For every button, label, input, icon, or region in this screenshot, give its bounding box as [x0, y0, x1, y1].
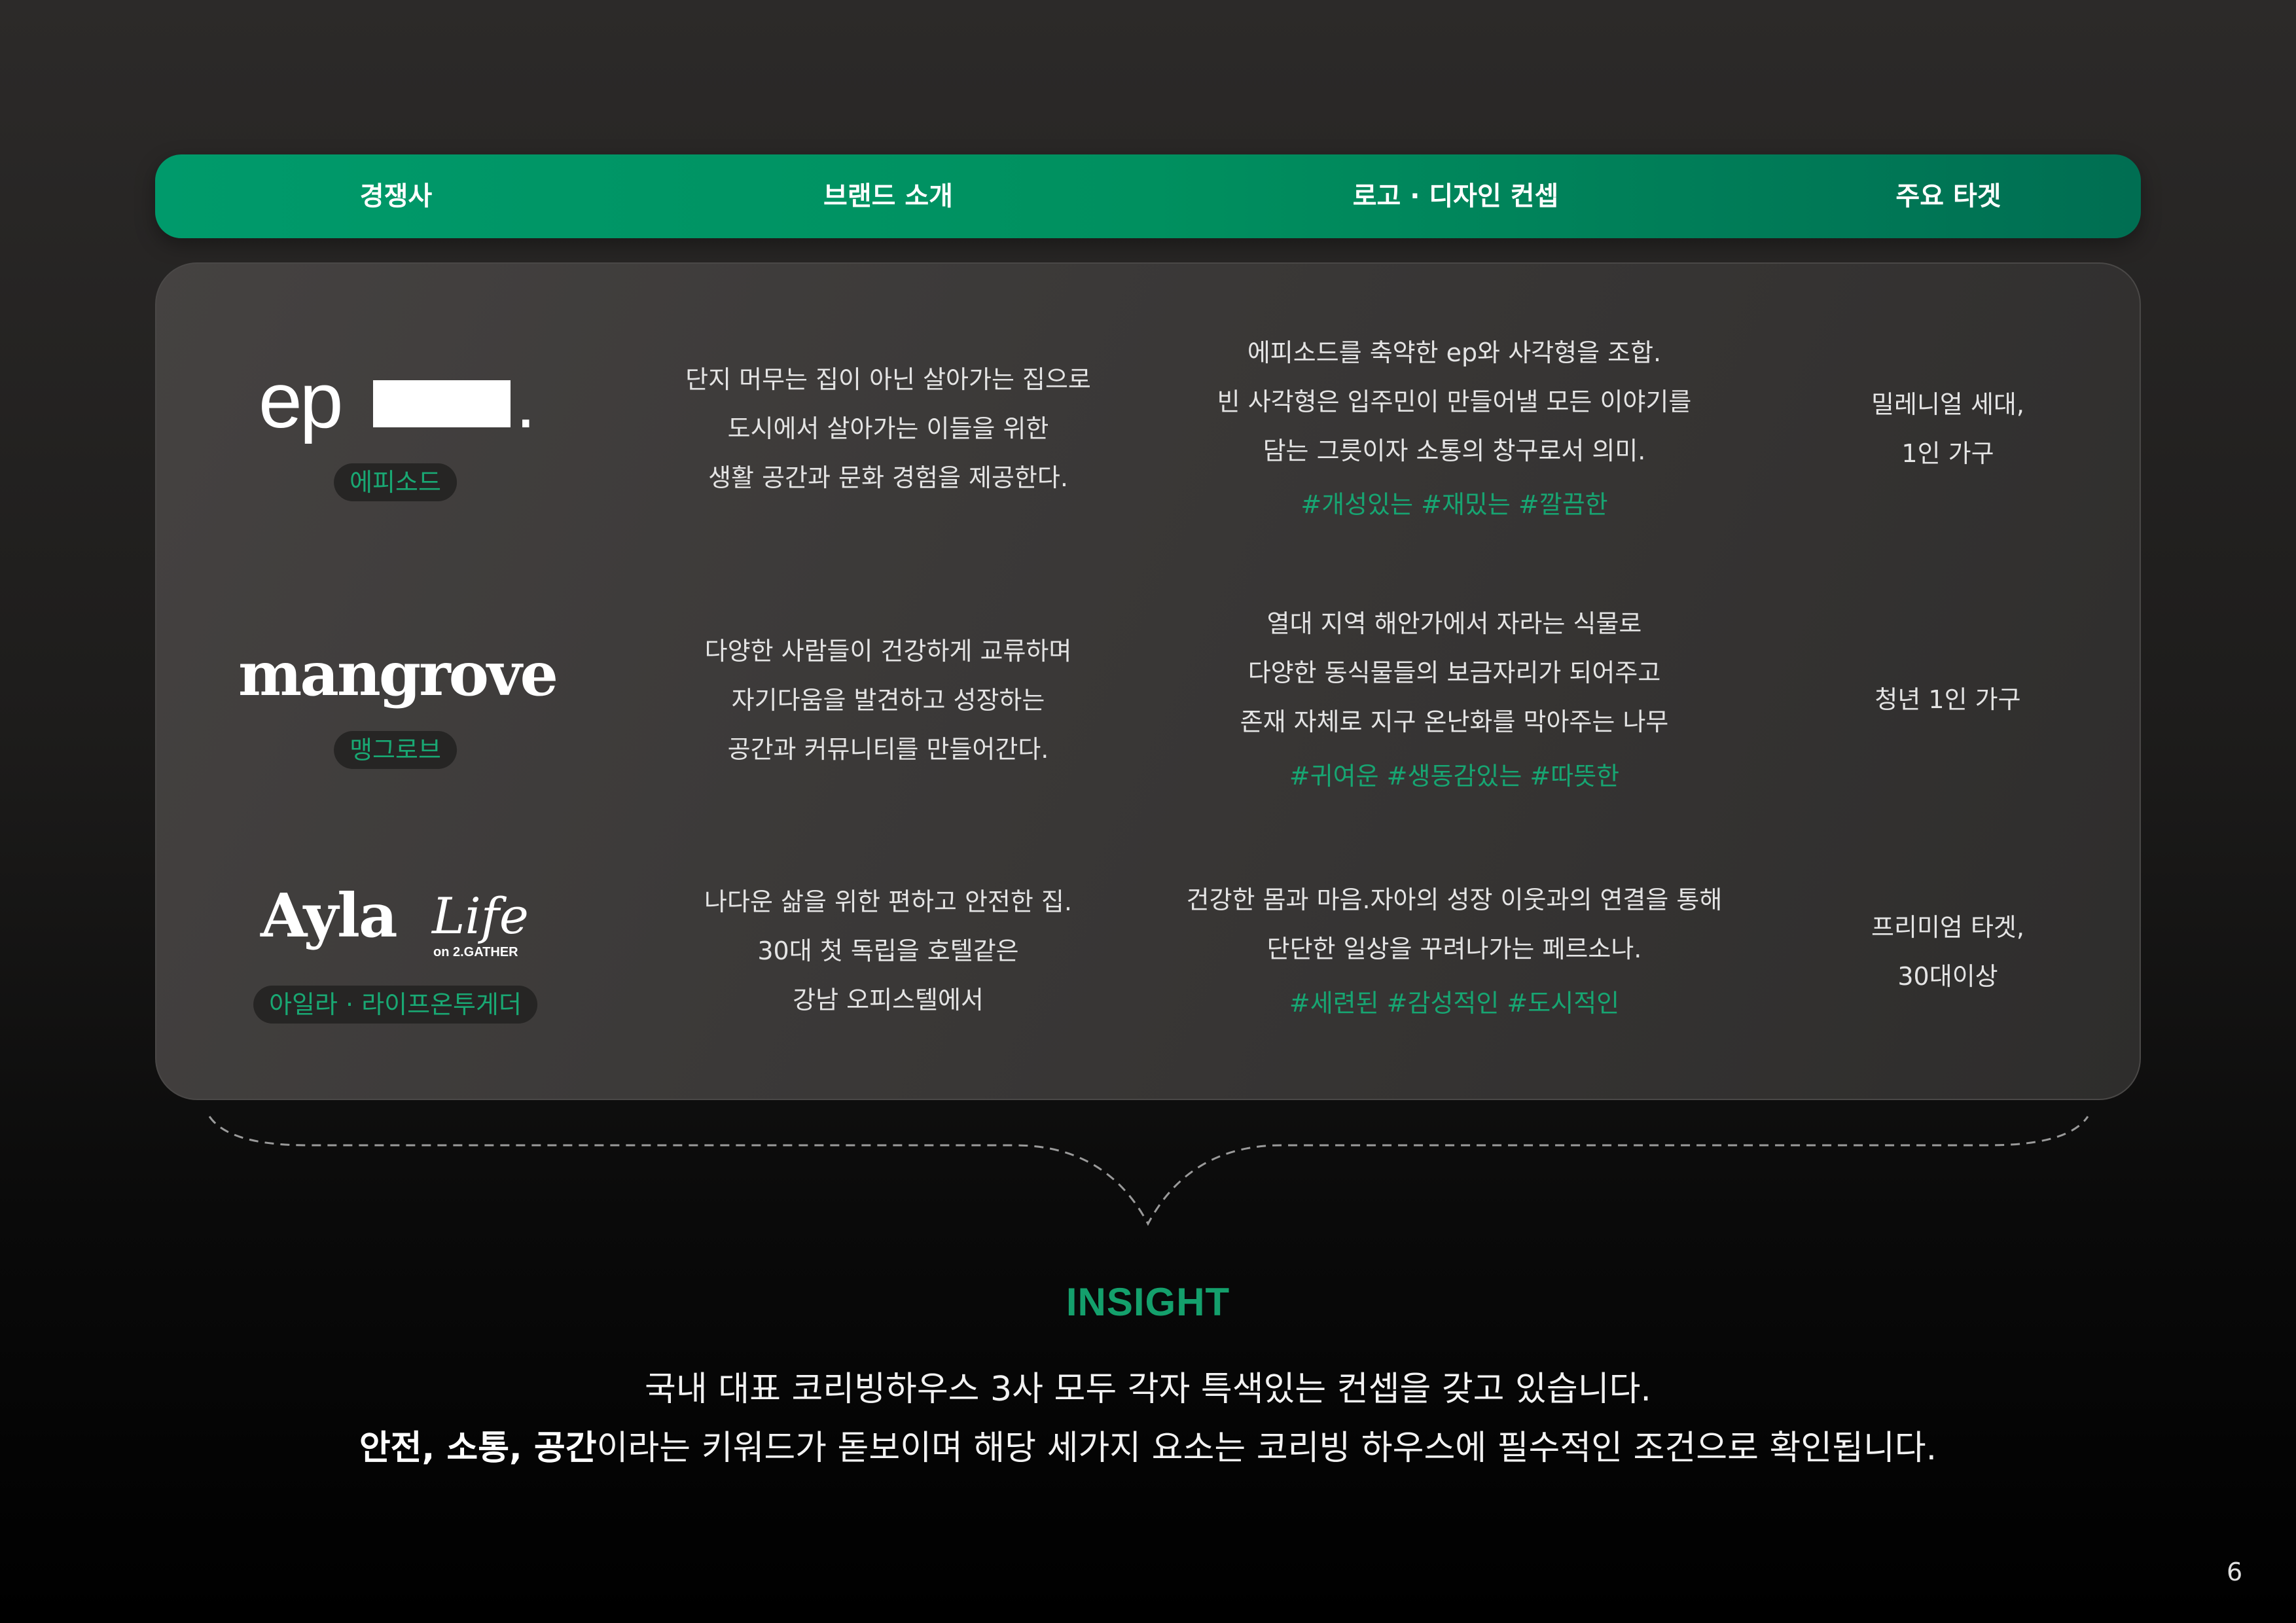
concept-line: 건강한 몸과 마음.자아의 성장 이웃과의 연결을 통해: [1186, 885, 1723, 914]
intro-line: 단지 머무는 집이 아닌 살아가는 집으로: [685, 365, 1091, 394]
concept-line: 다양한 동식물들의 보금자리가 되어주고: [1247, 658, 1661, 687]
episode-logo-dot: .: [516, 363, 536, 443]
life-logo: Life: [432, 887, 529, 945]
concept-line: 빈 사각형은 입주민이 만들어낼 모든 이야기를: [1217, 387, 1692, 416]
intro-line: 공간과 커뮤니티를 만들어간다.: [727, 735, 1049, 764]
intro-line: 자기다움을 발견하고 성장하는: [731, 686, 1045, 715]
brand-name-badge: 아일라 · 라이프온투게더: [253, 986, 537, 1024]
target-line: 1인 가구: [1901, 439, 1994, 468]
brand-name-badge: 맹그로브: [334, 731, 457, 769]
ayla-logo: Ayla: [260, 880, 398, 951]
concept-line: 존재 자체로 지구 온난화를 막아주는 나무: [1240, 707, 1669, 736]
target-line: 프리미엄 타겟,: [1871, 913, 2024, 942]
intro-line: 30대 첫 독립을 호텔같은: [757, 936, 1019, 965]
insight-title: INSIGHT: [1066, 1280, 1230, 1324]
header-competitor: 경쟁사: [359, 181, 433, 211]
intro-line: 나다운 삶을 위한 편하고 안전한 집.: [704, 887, 1072, 916]
mangrove-logo: mangrove: [238, 639, 558, 709]
concept-line: 에피소드를 축약한 ep와 사각형을 조합.: [1247, 338, 1662, 367]
concept-hashtags: #세련된 #감성적인 #도시적인: [1289, 989, 1620, 1018]
brand-name-badge: 에피소드: [334, 463, 457, 501]
dashed-brace-connector: [208, 1116, 2089, 1226]
insight-line-1: 국내 대표 코리빙하우스 3사 모두 각자 특색있는 컨셉을 갖고 있습니다.: [645, 1370, 1651, 1409]
episode-logo-text: ep: [259, 363, 340, 444]
episode-logo-square: [373, 380, 511, 427]
header-target: 주요 타겟: [1895, 181, 2001, 211]
target-line: 30대이상: [1897, 962, 1998, 991]
insight-line-2-rest: 이라는 키워드가 돋보이며 해당 세가지 요소는 코리빙 하우스에 필수적인 조…: [596, 1429, 1937, 1468]
table-header: 경쟁사 브랜드 소개 로고 · 디자인 컨셉 주요 타겟: [155, 154, 2141, 238]
concept-line: 담는 그릇이자 소통의 창구로서 의미.: [1263, 437, 1646, 465]
insight-line-2: 안전, 소통, 공간이라는 키워드가 돋보이며 해당 세가지 요소는 코리빙 하…: [359, 1420, 1937, 1469]
concept-hashtags: #개성있는 #재밌는 #깔끔한: [1300, 490, 1608, 519]
header-brand-intro: 브랜드 소개: [823, 181, 953, 211]
intro-line: 강남 오피스텔에서: [793, 986, 984, 1014]
life-logo-subtitle: on 2.GATHER: [433, 945, 518, 959]
page-number: 6: [2227, 1558, 2243, 1586]
insight-keywords: 안전, 소통, 공간: [359, 1429, 597, 1468]
target-line: 청년 1인 가구: [1874, 685, 2021, 714]
intro-line: 다양한 사람들이 건강하게 교류하며: [704, 637, 1072, 666]
intro-line: 생활 공간과 문화 경험을 제공한다.: [708, 463, 1068, 492]
intro-line: 도시에서 살아가는 이들을 위한: [727, 414, 1049, 443]
concept-hashtags: #귀여운 #생동감있는 #따뜻한: [1289, 762, 1620, 791]
episode-logo: ep .: [259, 357, 540, 451]
target-line: 밀레니얼 세대,: [1871, 390, 2024, 419]
concept-line: 단단한 일상을 꾸려나가는 페르소나.: [1266, 935, 1642, 963]
header-logo-concept: 로고 · 디자인 컨셉: [1352, 181, 1559, 211]
concept-line: 열대 지역 해안가에서 자라는 식물로: [1266, 609, 1642, 638]
